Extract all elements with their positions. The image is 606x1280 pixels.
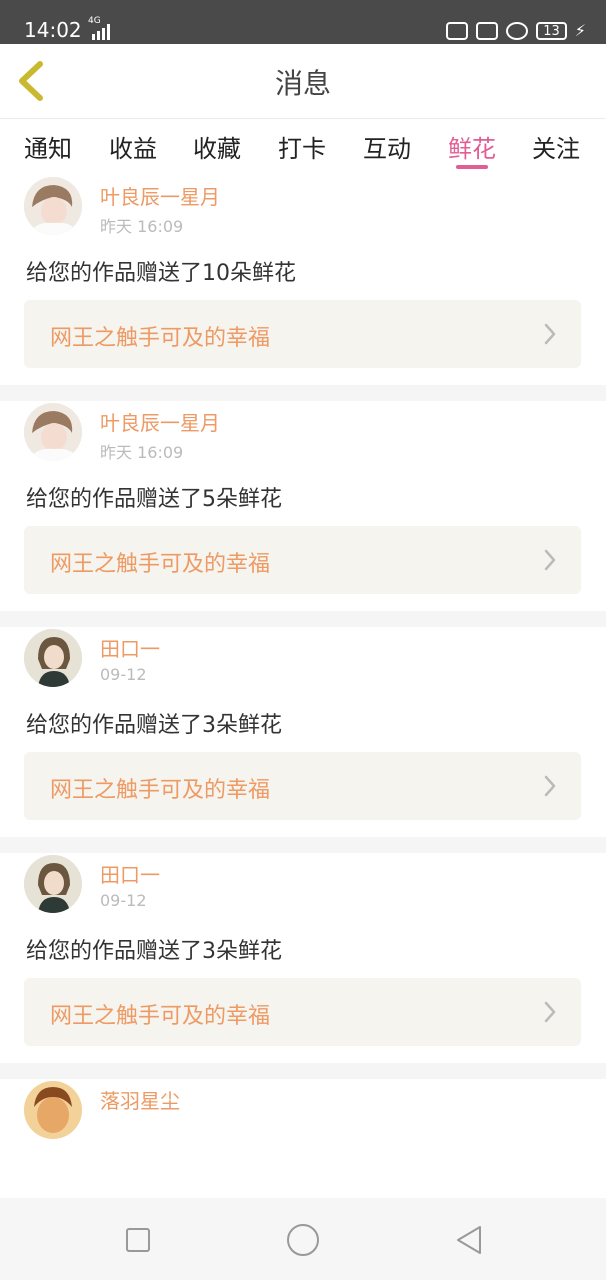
sender-name[interactable]: 叶良辰一星月 [100, 181, 220, 210]
tab-favorites[interactable]: 收藏 [193, 129, 241, 164]
sender-name[interactable]: 叶良辰一星月 [100, 407, 220, 436]
tab-bar: 通知 收益 收藏 打卡 互动 鲜花 关注 [0, 119, 606, 175]
tab-flowers[interactable]: 鲜花 [448, 129, 496, 164]
work-link[interactable]: 网王之触手可及的幸福 [24, 752, 581, 820]
active-tab-indicator [456, 165, 488, 169]
tab-notice[interactable]: 通知 [24, 129, 72, 164]
message-time: 昨天 16:09 [100, 443, 184, 462]
chevron-right-icon [544, 323, 556, 345]
status-bar: 14:02 4G 13 ⚡ [0, 0, 606, 44]
vibrate-icon [446, 22, 469, 40]
work-title: 网王之触手可及的幸福 [50, 778, 271, 803]
message-time: 09-12 [100, 665, 147, 684]
tab-earnings[interactable]: 收益 [109, 129, 157, 164]
avatar[interactable] [24, 855, 82, 913]
work-link[interactable]: 网王之触手可及的幸福 [24, 526, 581, 594]
sender-name[interactable]: 落羽星尘 [100, 1085, 180, 1114]
chevron-right-icon [544, 1001, 556, 1023]
sender-name[interactable]: 田口一 [100, 633, 160, 662]
message-card: 叶良辰一星月 昨天 16:09 给您的作品赠送了10朵鲜花 网王之触手可及的幸福 [0, 175, 606, 385]
work-link[interactable]: 网王之触手可及的幸福 [24, 300, 581, 368]
message-card: 落羽星尘 [0, 1079, 606, 1198]
lock-icon [506, 22, 529, 40]
message-time: 09-12 [100, 891, 147, 910]
status-time: 14:02 [24, 18, 82, 42]
message-list[interactable]: 叶良辰一星月 昨天 16:09 给您的作品赠送了10朵鲜花 网王之触手可及的幸福… [0, 175, 606, 1198]
work-title: 网王之触手可及的幸福 [50, 552, 271, 577]
back-triangle-icon[interactable] [454, 1224, 484, 1256]
avatar[interactable] [24, 1081, 82, 1139]
message-text: 给您的作品赠送了5朵鲜花 [26, 487, 282, 512]
tab-checkin[interactable]: 打卡 [278, 129, 326, 164]
sender-name[interactable]: 田口一 [100, 859, 160, 888]
work-title: 网王之触手可及的幸福 [50, 1004, 271, 1029]
message-card: 田口一 09-12 给您的作品赠送了3朵鲜花 网王之触手可及的幸福 [0, 853, 606, 1063]
page-header: 消息 [0, 44, 606, 119]
home-button[interactable] [287, 1224, 319, 1256]
chevron-right-icon [544, 775, 556, 797]
message-card: 叶良辰一星月 昨天 16:09 给您的作品赠送了5朵鲜花 网王之触手可及的幸福 [0, 401, 606, 611]
status-icons: 13 ⚡ [446, 18, 586, 44]
message-time: 昨天 16:09 [100, 217, 184, 236]
chevron-right-icon [544, 549, 556, 571]
message-card: 田口一 09-12 给您的作品赠送了3朵鲜花 网王之触手可及的幸福 [0, 627, 606, 837]
sim-icon [476, 22, 499, 40]
battery-level: 13 [536, 22, 567, 40]
work-link[interactable]: 网王之触手可及的幸福 [24, 978, 581, 1046]
avatar[interactable] [24, 403, 82, 461]
recent-apps-button[interactable] [126, 1228, 150, 1252]
work-title: 网王之触手可及的幸福 [50, 326, 271, 351]
message-text: 给您的作品赠送了3朵鲜花 [26, 939, 282, 964]
message-text: 给您的作品赠送了3朵鲜花 [26, 713, 282, 738]
tab-follow[interactable]: 关注 [532, 129, 580, 164]
page-title: 消息 [274, 67, 331, 100]
message-text: 给您的作品赠送了10朵鲜花 [26, 261, 296, 286]
avatar[interactable] [24, 629, 82, 687]
tab-interaction[interactable]: 互动 [363, 129, 411, 164]
charging-icon: ⚡ [574, 21, 586, 40]
avatar[interactable] [24, 177, 82, 235]
